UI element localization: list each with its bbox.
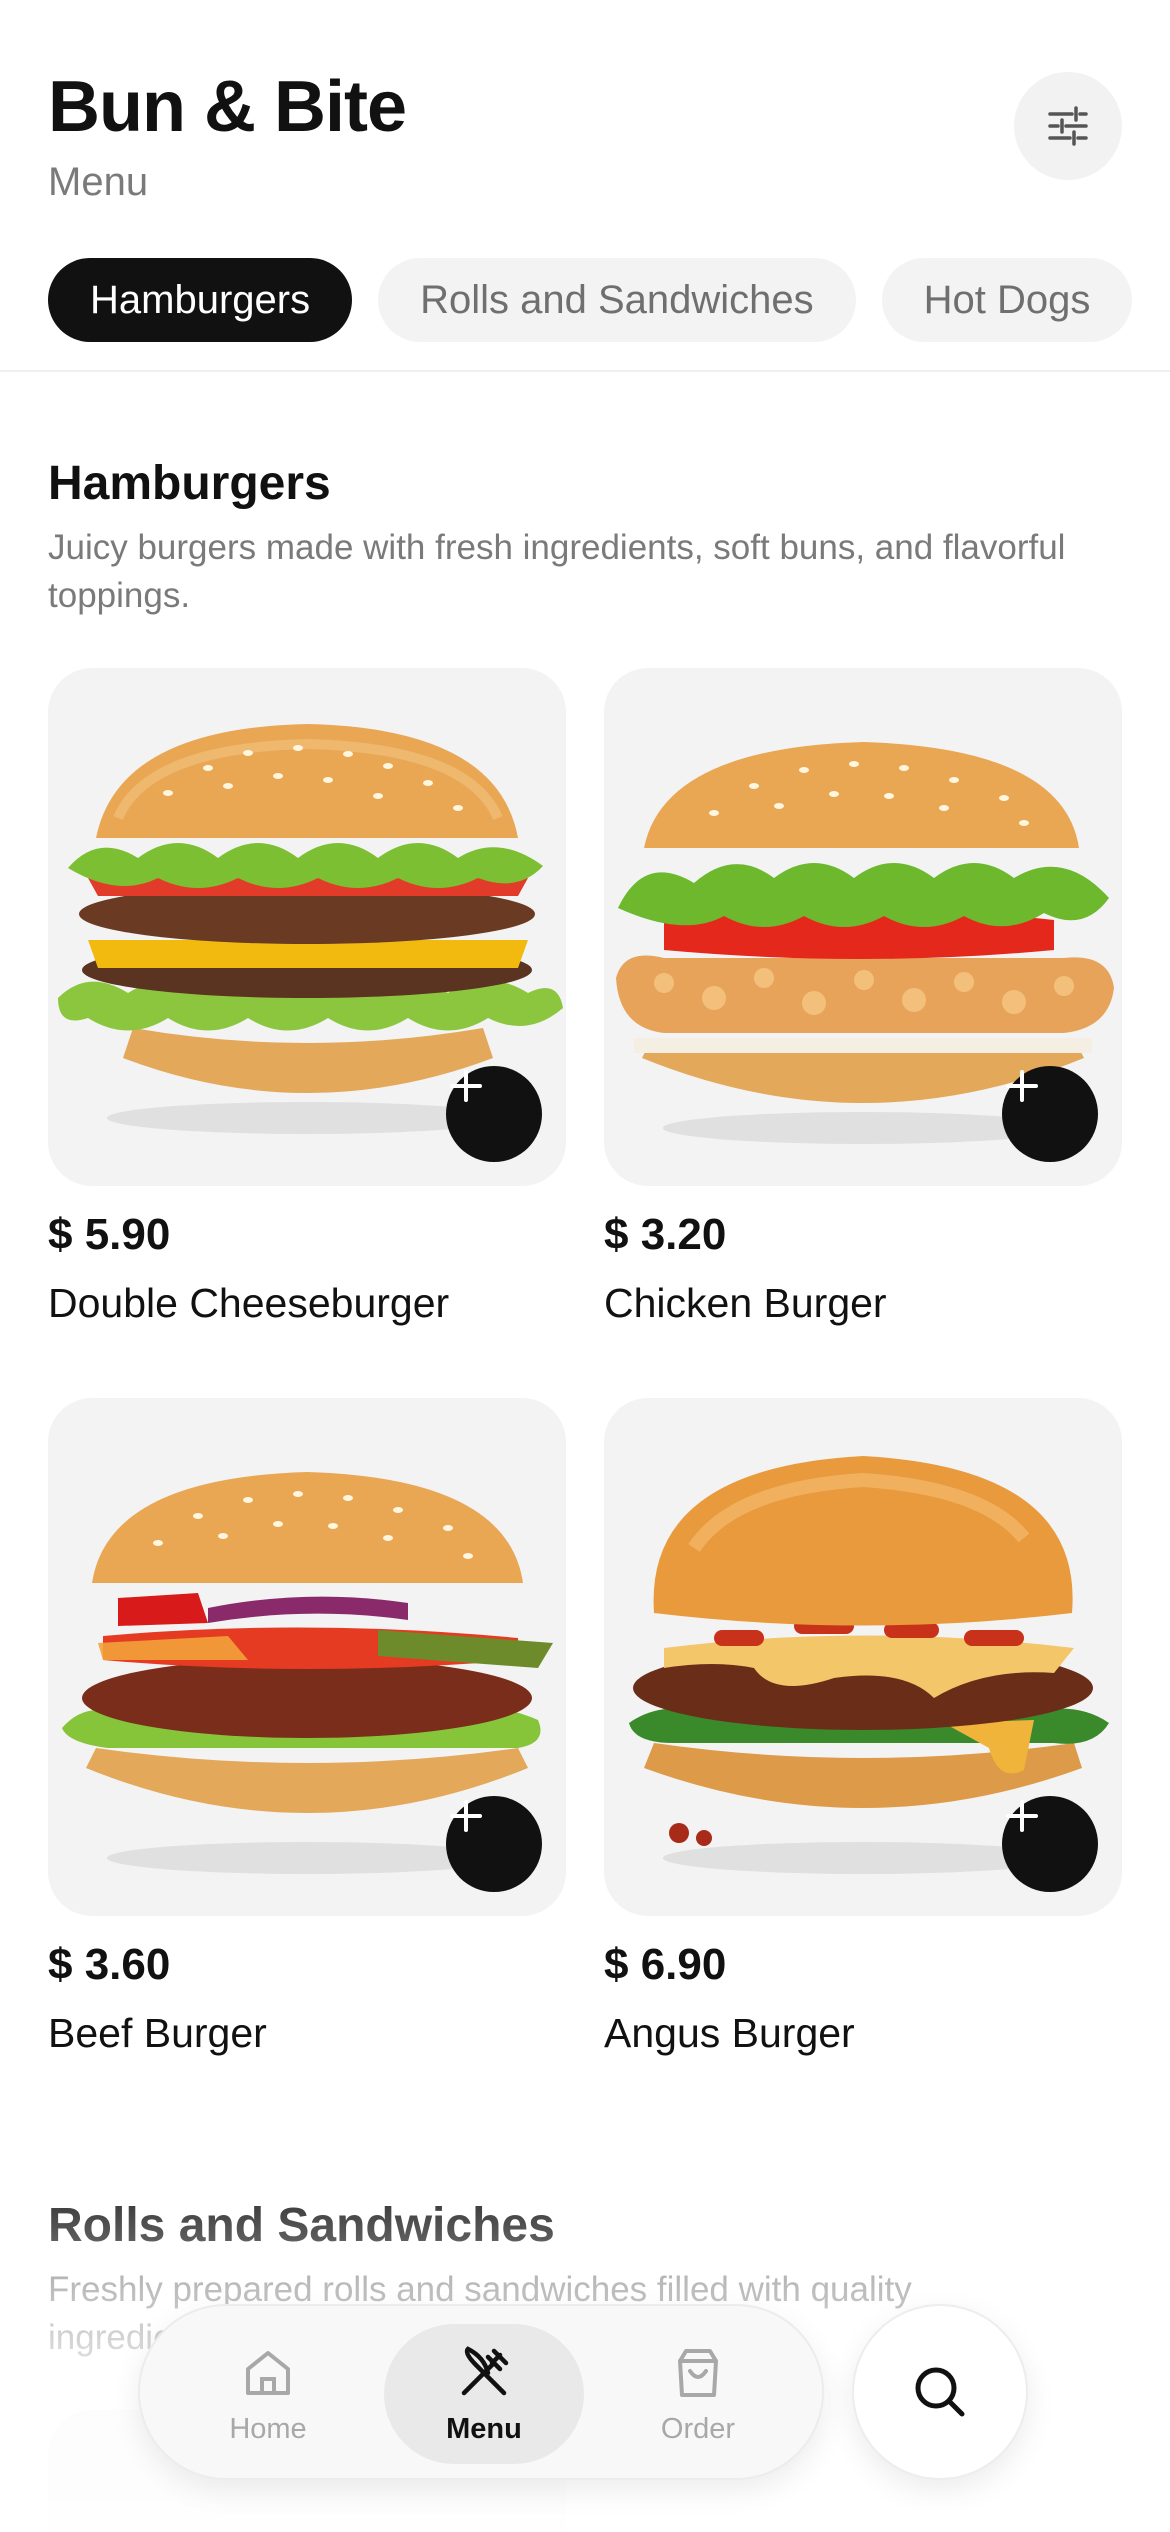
section-description: Juicy burgers made with fresh ingredient… <box>48 528 1066 615</box>
search-button[interactable] <box>852 2304 1028 2480</box>
sliders-icon <box>1048 106 1088 146</box>
menu-item-card[interactable]: $ 5.90 Double Cheeseburger <box>48 668 566 1327</box>
page-subtitle: Menu <box>48 160 149 204</box>
angus-burger-image <box>604 1398 1122 1916</box>
nav-label-menu: Menu <box>446 2412 522 2445</box>
search-icon <box>915 2367 965 2417</box>
filter-button[interactable] <box>1014 72 1122 180</box>
item-price: $ 5.90 <box>48 1210 171 1259</box>
section-title: Rolls and Sandwiches <box>48 2199 555 2252</box>
add-to-cart-button[interactable] <box>1002 1066 1098 1162</box>
tab-hot-dogs[interactable]: Hot Dogs <box>881 258 1133 342</box>
nav-label-home: Home <box>229 2412 307 2445</box>
menu-item-card[interactable]: $ 3.60 Beef Burger <box>48 1398 566 2057</box>
add-to-cart-button[interactable] <box>446 1796 542 1892</box>
app-title: Bun & Bite <box>48 67 407 147</box>
plus-icon <box>450 1800 482 1832</box>
tab-rolls-and-sandwiches[interactable]: Rolls and Sandwiches <box>378 258 856 342</box>
nav-item-order[interactable]: Order <box>598 2324 798 2464</box>
nav-label-order: Order <box>660 2412 736 2445</box>
bottom-navigation: Home Menu Order <box>138 2304 824 2480</box>
tab-hamburgers[interactable]: Hamburgers <box>48 258 353 342</box>
category-tabs: Hamburgers Rolls and Sandwiches Hot Dogs <box>48 258 1133 342</box>
item-price: $ 3.60 <box>48 1940 171 1989</box>
nav-item-home[interactable]: Home <box>168 2324 368 2464</box>
add-to-cart-button[interactable] <box>1002 1796 1098 1892</box>
home-icon <box>246 2350 290 2395</box>
menu-screen: Hamburgers Juicy burgers made with fresh… <box>0 0 1170 2532</box>
item-name: Angus Burger <box>604 2010 855 2056</box>
double-cheeseburger-image <box>48 668 566 1186</box>
item-name: Beef Burger <box>48 2010 267 2056</box>
fork-knife-icon <box>461 2345 509 2395</box>
item-name: Double Cheeseburger <box>48 1280 450 1326</box>
app-header: Bun & Bite Menu Hamburgers Rolls and San… <box>0 0 1170 372</box>
nav-item-menu[interactable]: Menu <box>384 2324 584 2464</box>
plus-icon <box>1006 1070 1038 1102</box>
menu-item-card[interactable]: $ 6.90 Angus Burger <box>604 1398 1122 2057</box>
beef-burger-image <box>48 1398 566 1916</box>
shopping-bag-icon <box>678 2348 718 2397</box>
menu-item-card[interactable]: $ 3.20 Chicken Burger <box>604 668 1122 1327</box>
section-title: Hamburgers <box>48 457 331 510</box>
chicken-burger-image <box>604 668 1122 1186</box>
add-to-cart-button[interactable] <box>446 1066 542 1162</box>
item-name: Chicken Burger <box>604 1280 887 1326</box>
plus-icon <box>450 1070 482 1102</box>
plus-icon <box>1006 1800 1038 1832</box>
item-price: $ 3.20 <box>604 1210 727 1259</box>
item-price: $ 6.90 <box>604 1940 727 1989</box>
